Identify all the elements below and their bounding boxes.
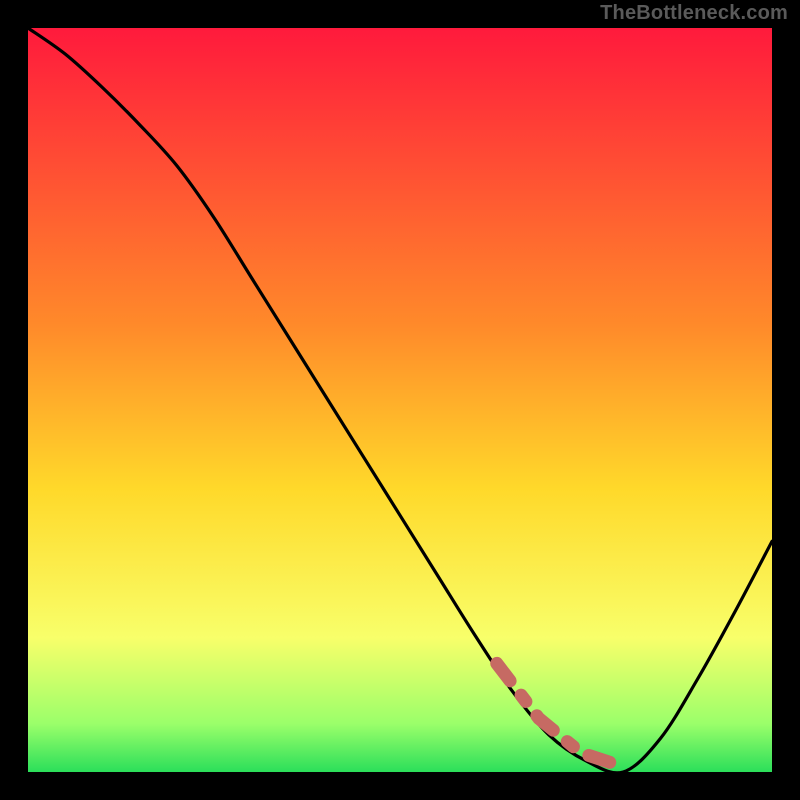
plot-svg — [28, 28, 772, 772]
chart-frame: TheBottleneck.com — [0, 0, 800, 800]
watermark-text: TheBottleneck.com — [600, 2, 788, 25]
plot-area — [28, 28, 772, 772]
gradient-background — [28, 28, 772, 772]
